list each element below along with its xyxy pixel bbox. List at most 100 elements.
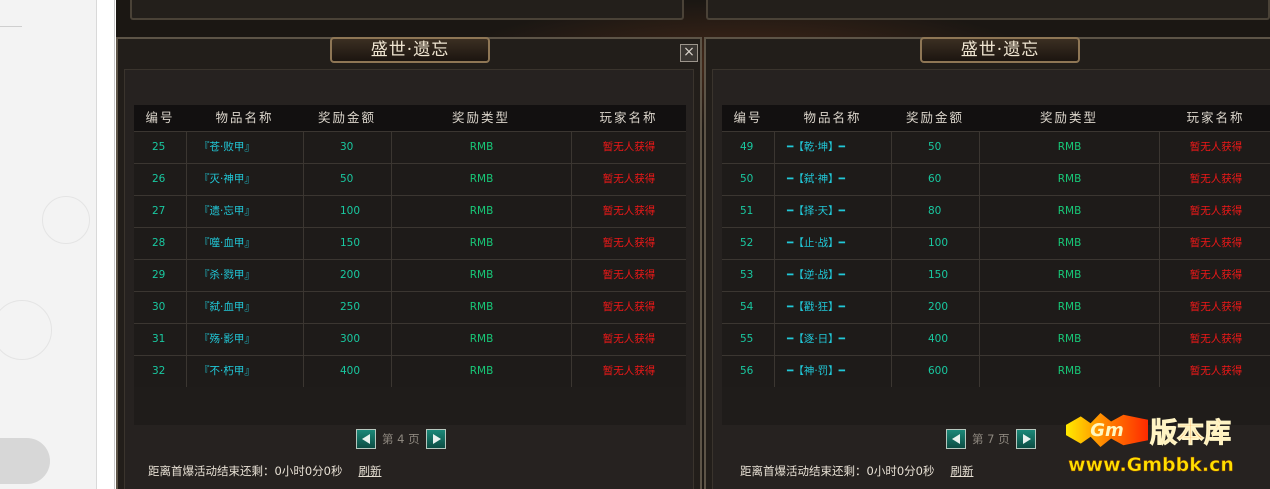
arrow-right-icon[interactable] [425, 429, 446, 449]
cell-id: 32 [152, 365, 166, 377]
refresh-link[interactable]: 刷新 [358, 463, 381, 479]
cell-id: 51 [740, 205, 754, 217]
table-row: 51 ━【择·天】━ 80 RMB 暂无人获得 [722, 195, 1270, 227]
refresh-link[interactable]: 刷新 [950, 463, 973, 479]
cell-amount: 60 [891, 164, 979, 195]
cell-type: RMB [391, 196, 571, 227]
table-row: 32 『不·朽甲』 400 RMB 暂无人获得 [134, 355, 686, 387]
cell-amount: 200 [303, 260, 391, 291]
sidebar-pill-button[interactable] [0, 438, 50, 484]
cell-player: 暂无人获得 [571, 164, 686, 195]
arrow-left-icon[interactable] [356, 429, 376, 449]
cell-id: 30 [152, 301, 166, 313]
cell-item: 『杀·戮甲』 [186, 260, 303, 291]
cell-item: ━【神·罚】━ [774, 356, 891, 387]
table-row: 56 ━【神·罚】━ 600 RMB 暂无人获得 [722, 355, 1270, 387]
cell-amount: 200 [891, 292, 979, 323]
cell-player: 暂无人获得 [571, 228, 686, 259]
cell-player: 暂无人获得 [571, 324, 686, 355]
table-header: 编号 物品名称 奖励金额 奖励类型 玩家名称 [722, 105, 1270, 131]
cell-amount: 300 [303, 324, 391, 355]
cell-item: ━【止·战】━ [774, 228, 891, 259]
table-row: 27 『遗·忘甲』 100 RMB 暂无人获得 [134, 195, 686, 227]
arrow-left-icon[interactable] [946, 429, 966, 449]
cell-id: 27 [152, 205, 166, 217]
cell-item: ━【戳·狂】━ [774, 292, 891, 323]
cell-item: 『遗·忘甲』 [186, 196, 303, 227]
reward-table: 编号 物品名称 奖励金额 奖励类型 玩家名称 49 ━【乾·坤】━ 50 RMB 暂无人… [722, 105, 1270, 425]
top-panel-left [130, 0, 684, 20]
top-panel-right [706, 0, 1270, 20]
pagination: 第 7 页 [946, 429, 1036, 449]
cell-amount: 30 [303, 132, 391, 163]
col-header-amount: 奖励金额 [317, 110, 376, 125]
col-header-type: 奖励类型 [451, 110, 510, 125]
col-header-type: 奖励类型 [1039, 110, 1098, 125]
table-row: 28 『噬·血甲』 150 RMB 暂无人获得 [134, 227, 686, 259]
cell-player: 暂无人获得 [1159, 196, 1270, 227]
watermark-url: www.Gmbbk.cn [1068, 454, 1234, 477]
cell-item: ━【逆·战】━ [774, 260, 891, 291]
watermark-title: 版本库 [1150, 417, 1232, 449]
cell-amount: 80 [891, 196, 979, 227]
cell-id: 49 [740, 141, 754, 153]
cell-player: 暂无人获得 [1159, 164, 1270, 195]
table-row: 55 ━【逐·日】━ 400 RMB 暂无人获得 [722, 323, 1270, 355]
cell-player: 暂无人获得 [1159, 292, 1270, 323]
table-header: 编号 物品名称 奖励金额 奖励类型 玩家名称 [134, 105, 686, 131]
table-row: 52 ━【止·战】━ 100 RMB 暂无人获得 [722, 227, 1270, 259]
cell-id: 28 [152, 237, 166, 249]
table-row: 54 ━【戳·狂】━ 200 RMB 暂无人获得 [722, 291, 1270, 323]
divider [0, 26, 22, 27]
cell-type: RMB [979, 132, 1159, 163]
table-row: 31 『殇·影甲』 300 RMB 暂无人获得 [134, 323, 686, 355]
table-row: 50 ━【弑·神】━ 60 RMB 暂无人获得 [722, 163, 1270, 195]
col-header-player: 玩家名称 [599, 110, 658, 125]
cell-item: ━【弑·神】━ [774, 164, 891, 195]
table-row: 30 『弑·血甲』 250 RMB 暂无人获得 [134, 291, 686, 323]
cell-player: 暂无人获得 [1159, 132, 1270, 163]
cell-id: 26 [152, 173, 166, 185]
cell-amount: 100 [303, 196, 391, 227]
site-watermark: Gm 版本库 www.Gmbbk.cn [1064, 408, 1270, 489]
table-row: 49 ━【乾·坤】━ 50 RMB 暂无人获得 [722, 131, 1270, 163]
decorative-flower [0, 300, 52, 360]
cell-amount: 100 [891, 228, 979, 259]
flame-logo-icon: Gm [1066, 413, 1148, 447]
cell-amount: 150 [891, 260, 979, 291]
cell-player: 暂无人获得 [571, 356, 686, 387]
cell-amount: 600 [891, 356, 979, 387]
cell-amount: 150 [303, 228, 391, 259]
close-icon[interactable]: × [680, 44, 698, 62]
cell-type: RMB [979, 260, 1159, 291]
cell-item: 『噬·血甲』 [186, 228, 303, 259]
cell-amount: 250 [303, 292, 391, 323]
arrow-right-icon[interactable] [1015, 429, 1036, 449]
cell-type: RMB [979, 164, 1159, 195]
col-header-id: 编号 [733, 110, 763, 125]
cell-type: RMB [391, 132, 571, 163]
cell-item: ━【逐·日】━ [774, 324, 891, 355]
cell-id: 55 [740, 333, 754, 345]
cell-item: 『弑·血甲』 [186, 292, 303, 323]
cell-player: 暂无人获得 [571, 260, 686, 291]
cell-amount: 50 [891, 132, 979, 163]
cell-item: 『不·朽甲』 [186, 356, 303, 387]
cell-player: 暂无人获得 [1159, 356, 1270, 387]
watermark-logo: Gm 版本库 [1066, 410, 1232, 450]
left-sidebar [0, 0, 97, 489]
cell-amount: 50 [303, 164, 391, 195]
table-row: 53 ━【逆·战】━ 150 RMB 暂无人获得 [722, 259, 1270, 291]
countdown-text: 距离首爆活动结束还剩：0小时0分0秒 [740, 464, 935, 478]
cell-type: RMB [391, 260, 571, 291]
col-header-item: 物品名称 [215, 110, 274, 125]
page-gutter [98, 0, 115, 489]
cell-type: RMB [391, 228, 571, 259]
table-row: 26 『灭·神甲』 50 RMB 暂无人获得 [134, 163, 686, 195]
cell-id: 50 [740, 173, 754, 185]
cell-type: RMB [979, 356, 1159, 387]
cell-type: RMB [979, 324, 1159, 355]
col-header-item: 物品名称 [803, 110, 862, 125]
cell-id: 31 [152, 333, 166, 345]
cell-id: 56 [740, 365, 754, 377]
